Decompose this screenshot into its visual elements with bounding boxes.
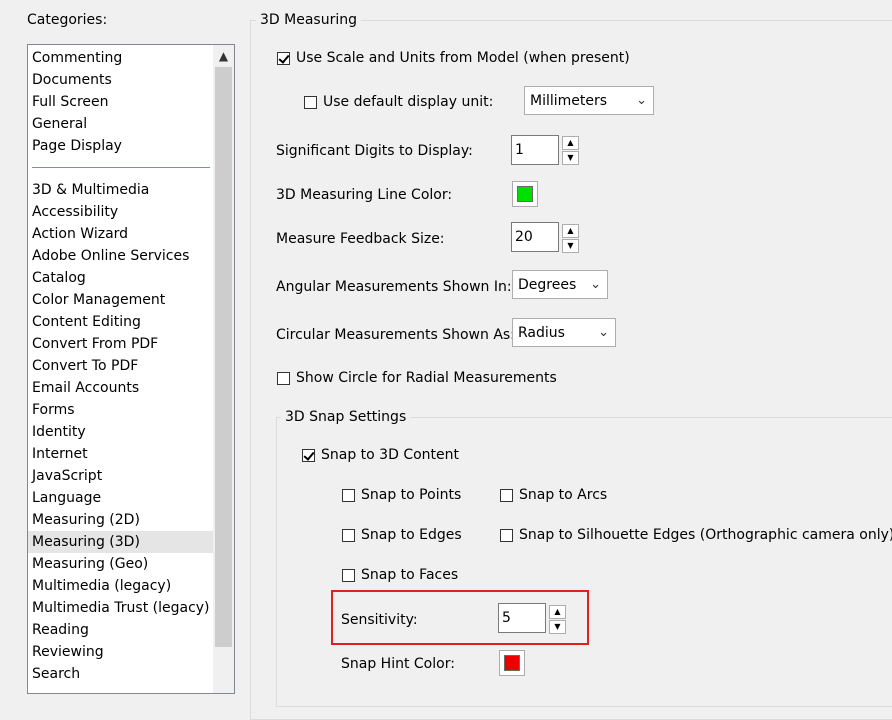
use-scale-label: Use Scale and Units from Model (when pre…: [296, 50, 630, 66]
categories-divider: [32, 167, 210, 168]
circular-value: Radius: [518, 325, 565, 341]
snap-arcs-label: Snap to Arcs: [519, 487, 608, 503]
category-item[interactable]: Full Screen: [32, 91, 212, 113]
category-item[interactable]: General: [32, 113, 212, 135]
chevron-down-icon: ⌄: [636, 93, 647, 108]
category-item[interactable]: Measuring (2D): [32, 509, 212, 531]
angular-label: Angular Measurements Shown In:: [276, 279, 512, 295]
categories-list[interactable]: Commenting Documents Full Screen General Pag…: [27, 44, 235, 694]
snap-silhouette-checkbox[interactable]: [500, 529, 513, 542]
line-color-button[interactable]: [512, 181, 538, 207]
feedback-label: Measure Feedback Size:: [276, 231, 445, 247]
category-item[interactable]: Reading: [32, 619, 212, 641]
category-item[interactable]: Measuring (3D): [28, 531, 216, 553]
sensitivity-label: Sensitivity:: [341, 612, 418, 628]
category-item[interactable]: Adobe Online Services: [32, 245, 212, 267]
category-item[interactable]: Action Wizard: [32, 223, 212, 245]
spin-up-icon[interactable]: ▲: [562, 136, 579, 150]
chevron-down-icon: ⌄: [590, 277, 601, 292]
snap-silhouette-label: Snap to Silhouette Edges (Orthographic c…: [519, 527, 892, 543]
spin-up-icon[interactable]: ▲: [562, 224, 579, 238]
category-item[interactable]: Accessibility: [32, 201, 212, 223]
default-unit-checkbox[interactable]: [304, 96, 317, 109]
categories-scrollbar[interactable]: ▲: [213, 45, 234, 693]
measuring-group-title: 3D Measuring: [256, 10, 361, 30]
use-scale-checkbox[interactable]: [277, 52, 290, 65]
hint-color-swatch: [504, 655, 520, 671]
category-item[interactable]: Search: [32, 663, 212, 685]
category-item[interactable]: Forms: [32, 399, 212, 421]
category-item[interactable]: Documents: [32, 69, 212, 91]
snap-faces-label: Snap to Faces: [361, 567, 459, 583]
scroll-up-icon[interactable]: ▲: [213, 45, 234, 67]
category-item[interactable]: Commenting: [32, 47, 212, 69]
sig-digits-label: Significant Digits to Display:: [276, 143, 473, 159]
default-unit-label: Use default display unit:: [323, 94, 494, 110]
snap-arcs-checkbox[interactable]: [500, 489, 513, 502]
hint-color-label: Snap Hint Color:: [341, 656, 455, 672]
chevron-down-icon: ⌄: [598, 325, 609, 340]
category-item[interactable]: Convert To PDF: [32, 355, 212, 377]
spin-up-icon[interactable]: ▲: [549, 605, 566, 619]
show-circle-checkbox[interactable]: [277, 372, 290, 385]
snap-edges-label: Snap to Edges: [361, 527, 462, 543]
snap-faces-checkbox[interactable]: [342, 569, 355, 582]
snap-points-checkbox[interactable]: [342, 489, 355, 502]
hint-color-button[interactable]: [499, 650, 525, 676]
snap-content-checkbox[interactable]: [302, 449, 315, 462]
category-item[interactable]: Measuring (Geo): [32, 553, 212, 575]
category-item[interactable]: JavaScript: [32, 465, 212, 487]
category-item[interactable]: Multimedia Trust (legacy): [32, 597, 212, 619]
feedback-input[interactable]: 20: [511, 222, 559, 252]
snap-edges-checkbox[interactable]: [342, 529, 355, 542]
show-circle-label: Show Circle for Radial Measurements: [296, 370, 557, 386]
line-color-swatch: [517, 186, 533, 202]
category-item[interactable]: Multimedia (legacy): [32, 575, 212, 597]
sig-digits-input[interactable]: 1: [511, 135, 559, 165]
scroll-thumb[interactable]: [215, 67, 232, 647]
circular-select[interactable]: Radius ⌄: [512, 318, 616, 347]
default-unit-value: Millimeters: [530, 93, 608, 109]
category-item[interactable]: Language: [32, 487, 212, 509]
category-item[interactable]: Internet: [32, 443, 212, 465]
sensitivity-input[interactable]: 5: [498, 603, 546, 633]
category-item[interactable]: Reviewing: [32, 641, 212, 663]
spin-down-icon[interactable]: ▼: [549, 620, 566, 634]
categories-label: Categories:: [27, 12, 108, 28]
category-item[interactable]: Content Editing: [32, 311, 212, 333]
snap-group-title: 3D Snap Settings: [281, 407, 411, 427]
category-item[interactable]: Email Accounts: [32, 377, 212, 399]
circular-label: Circular Measurements Shown As:: [276, 327, 515, 343]
snap-content-label: Snap to 3D Content: [321, 447, 459, 463]
line-color-label: 3D Measuring Line Color:: [276, 187, 453, 203]
angular-select[interactable]: Degrees ⌄: [512, 270, 608, 299]
spin-down-icon[interactable]: ▼: [562, 239, 579, 253]
category-item[interactable]: Identity: [32, 421, 212, 443]
category-item[interactable]: 3D & Multimedia: [32, 179, 212, 201]
category-item[interactable]: Page Display: [32, 135, 212, 157]
angular-value: Degrees: [518, 277, 577, 293]
default-unit-select[interactable]: Millimeters ⌄: [524, 86, 654, 115]
category-item[interactable]: Catalog: [32, 267, 212, 289]
snap-points-label: Snap to Points: [361, 487, 462, 503]
category-item[interactable]: Convert From PDF: [32, 333, 212, 355]
spin-down-icon[interactable]: ▼: [562, 151, 579, 165]
category-item[interactable]: Color Management: [32, 289, 212, 311]
